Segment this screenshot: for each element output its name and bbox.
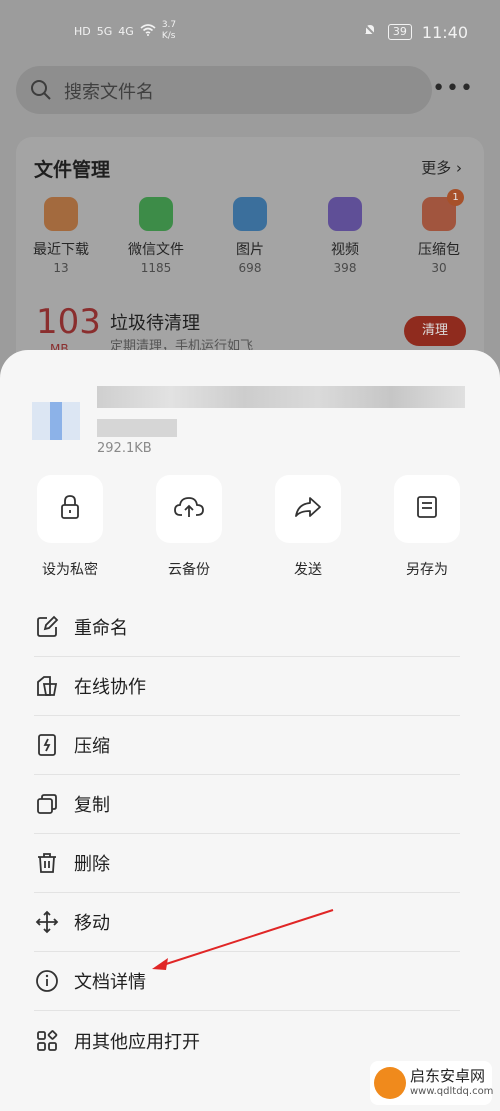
- annotation-arrow: [152, 909, 334, 970]
- watermark-url: www.qdltdq.com: [410, 1086, 494, 1097]
- watermark-title: 启东安卓网: [410, 1067, 486, 1085]
- watermark: 启东安卓网 www.qdltdq.com: [370, 1061, 494, 1105]
- watermark-logo-icon: [374, 1067, 406, 1099]
